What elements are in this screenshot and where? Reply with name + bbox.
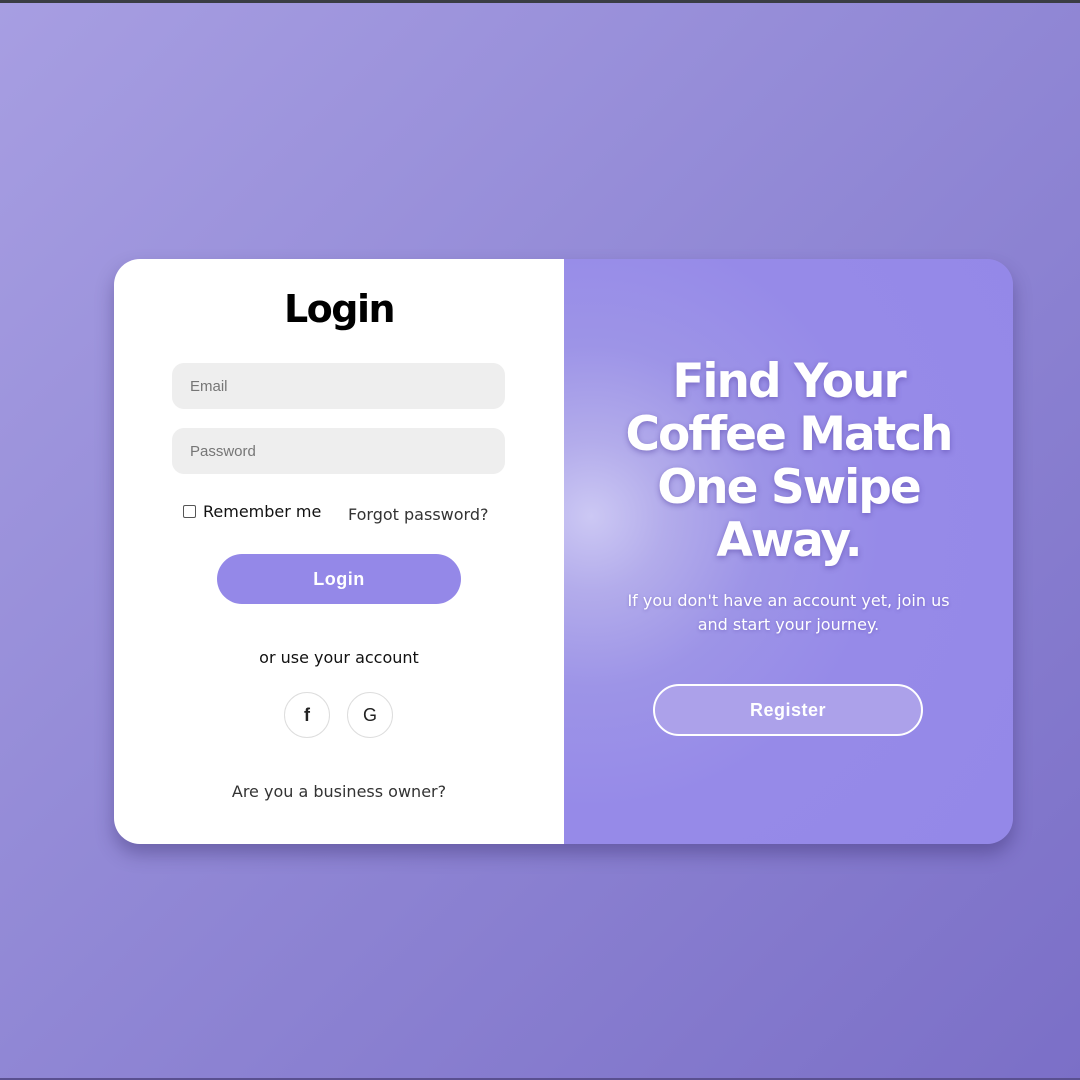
promo-headline-line: One Swipe [657, 460, 922, 515]
window-top-edge [0, 0, 1080, 3]
login-button[interactable]: Login [217, 554, 461, 604]
alt-login-text: or use your account [259, 648, 419, 667]
google-icon: G [362, 704, 377, 725]
remember-me-label: Remember me [203, 502, 322, 521]
facebook-login-button[interactable]: f [284, 692, 330, 738]
business-owner-link[interactable]: Are you a business owner? [114, 782, 564, 801]
forgot-password-link[interactable]: Forgot password? [348, 505, 488, 524]
promo-subtext-line: If you don't have an account yet, join u… [627, 591, 950, 610]
auth-card: Login Remember me Forgot password? Login… [114, 259, 1013, 844]
email-input[interactable] [172, 363, 505, 409]
password-input[interactable] [172, 428, 505, 474]
login-panel: Login Remember me Forgot password? Login… [114, 259, 564, 844]
remember-me[interactable]: Remember me [183, 502, 321, 521]
promo-headline-line: Coffee Match [625, 407, 953, 462]
facebook-icon: f [304, 704, 310, 725]
remember-me-checkbox[interactable] [183, 505, 196, 518]
register-button[interactable]: Register [653, 684, 923, 736]
promo-panel: Find Your Coffee Match One Swipe Away. I… [564, 259, 1013, 844]
promo-headline-line: Find Your [672, 354, 906, 409]
promo-headline-line: Away. [716, 513, 862, 568]
login-title: Login [283, 287, 396, 331]
promo-subtext-line: and start your journey. [697, 615, 880, 634]
promo-subtext: If you don't have an account yet, join u… [564, 589, 1013, 637]
google-login-button[interactable]: G [347, 692, 393, 738]
promo-headline: Find Your Coffee Match One Swipe Away. [564, 355, 1013, 567]
